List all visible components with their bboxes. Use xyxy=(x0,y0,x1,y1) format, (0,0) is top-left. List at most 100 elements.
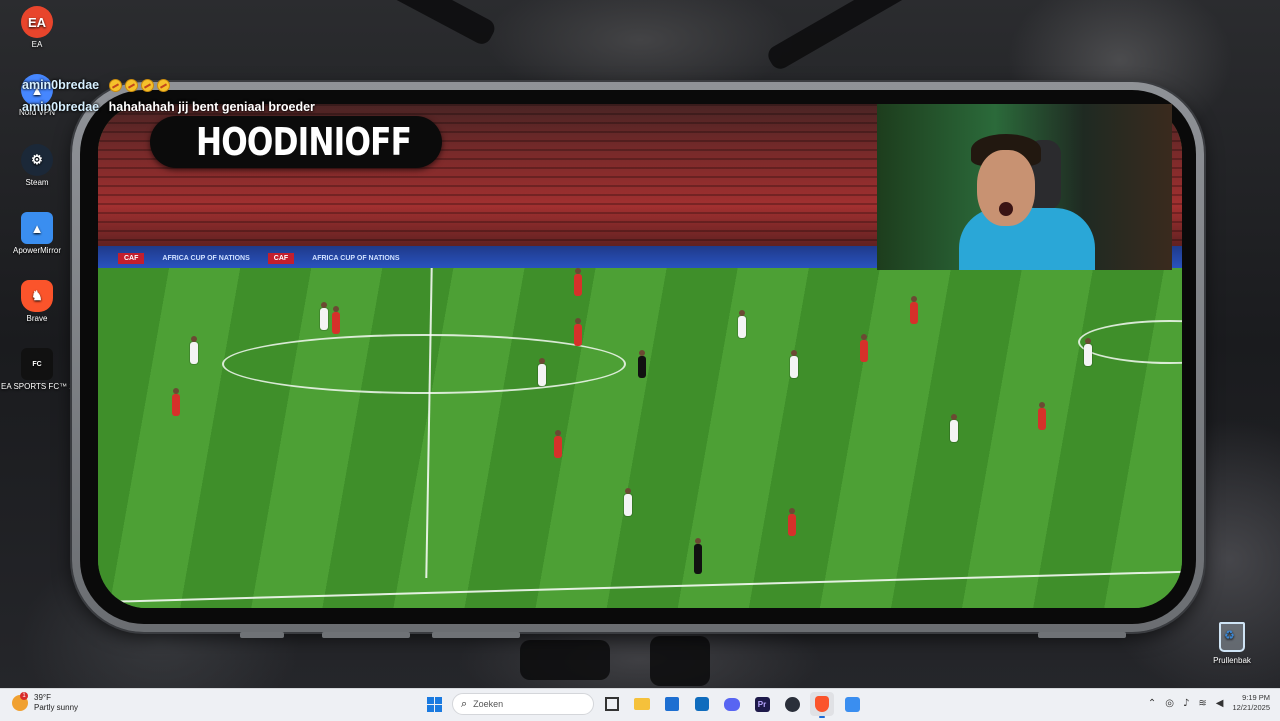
taskbar: 1 39°F Partly sunny ⌕ Zoeken Pr ⌃ ◎ ♪ ≋ … xyxy=(0,688,1280,721)
weather-temp: 39°F xyxy=(34,693,51,702)
clock-date: 12/21/2025 xyxy=(1232,703,1270,712)
steam-taskbar-button[interactable] xyxy=(780,692,804,716)
chat-message: amin0bredae hahahahah jij bent geniaal b… xyxy=(22,96,315,118)
discord-icon xyxy=(724,697,740,711)
player xyxy=(950,414,958,442)
network-icon[interactable]: ◎ xyxy=(1165,698,1174,709)
microsoft-store-button[interactable] xyxy=(660,692,684,716)
channel-banner: HOODINIOFF xyxy=(150,116,442,168)
system-tray: ⌃ ◎ ♪ ≋ ◀ 9:19 PM 12/21/2025 xyxy=(1148,693,1270,713)
player xyxy=(190,336,198,364)
player xyxy=(788,508,796,536)
desktop-icon-easportsfc[interactable]: FC EA SPORTS FC™ 26 xyxy=(1,348,79,391)
desktop-icon-label: ApowerMirror xyxy=(12,246,61,255)
wallpaper-shape xyxy=(362,0,498,48)
clock[interactable]: 9:19 PM 12/21/2025 xyxy=(1232,693,1270,713)
weather-icon: 1 xyxy=(12,692,28,711)
chat-overlay: amin0bredae amin0bredae hahahahah jij be… xyxy=(22,74,315,118)
touch-line xyxy=(98,570,1182,604)
chat-username: amin0bredae xyxy=(22,78,100,92)
wallpaper-shape xyxy=(520,640,610,680)
phone-button xyxy=(1038,632,1126,638)
streamer-shirt xyxy=(959,208,1095,270)
task-view-button[interactable] xyxy=(600,692,624,716)
referee xyxy=(638,350,646,378)
microphone-icon[interactable]: ♪ xyxy=(1183,698,1189,709)
premiere-pro-icon: Pr xyxy=(754,696,770,712)
wallpaper-shape xyxy=(764,0,916,73)
chevron-up-icon[interactable]: ⌃ xyxy=(1148,698,1156,709)
apowermirror-taskbar-icon xyxy=(844,696,860,712)
brave-taskbar-button[interactable] xyxy=(810,692,834,718)
player xyxy=(1038,402,1046,430)
volume-icon[interactable]: ◀ xyxy=(1216,698,1224,709)
football-pitch xyxy=(98,268,1182,608)
outlook-button[interactable] xyxy=(690,692,714,716)
player xyxy=(332,306,340,334)
start-button[interactable] xyxy=(422,692,446,716)
chat-text: hahahahah jij bent geniaal broeder xyxy=(108,100,315,114)
taskbar-apps: ⌕ Zoeken Pr xyxy=(422,692,864,718)
adboard-text: CAF xyxy=(118,252,145,264)
premiere-pro-button[interactable]: Pr xyxy=(750,692,774,716)
phone-button xyxy=(240,632,284,638)
channel-name: HOODINIOFF xyxy=(196,120,412,164)
center-circle xyxy=(222,334,626,394)
adboard-text: AFRICA CUP OF NATIONS xyxy=(162,254,250,262)
easportsfc-icon: FC xyxy=(21,348,53,380)
adboard-text: CAF xyxy=(267,252,295,264)
task-view-icon xyxy=(605,697,619,711)
player xyxy=(320,302,328,330)
player xyxy=(624,488,632,516)
windows-icon xyxy=(426,696,442,712)
apowermirror-taskbar-button[interactable] xyxy=(840,692,864,716)
desktop-icon-brave[interactable]: ♞ Brave xyxy=(1,280,73,323)
coach xyxy=(694,538,702,574)
halfway-line xyxy=(425,268,433,578)
brave-icon: ♞ xyxy=(21,280,53,312)
phone-button xyxy=(432,632,520,638)
weather-condition: Partly sunny xyxy=(34,703,79,712)
player xyxy=(790,350,798,378)
desktop-icon-label: EA SPORTS FC™ 26 xyxy=(1,382,79,391)
outlook-icon xyxy=(695,697,709,711)
player xyxy=(860,334,868,362)
file-explorer-button[interactable] xyxy=(630,692,654,716)
phone-button xyxy=(322,632,410,638)
search-placeholder: Zoeken xyxy=(473,699,504,709)
clock-time: 9:19 PM xyxy=(1242,693,1270,702)
desktop-icon-recycle-bin[interactable]: Prullenbak xyxy=(1206,622,1258,665)
steam-icon: ⚙ xyxy=(21,144,53,176)
webcam-overlay xyxy=(877,104,1172,270)
desktop-icon-label: Brave xyxy=(26,314,48,323)
player xyxy=(574,268,582,296)
search-icon: ⌕ xyxy=(461,697,468,710)
brave-taskbar-icon xyxy=(815,696,829,712)
desktop-icon-steam[interactable]: ⚙ Steam xyxy=(1,144,73,187)
apowermirror-icon: ▲ xyxy=(21,212,53,244)
weather-widget[interactable]: 1 39°F Partly sunny xyxy=(12,692,79,713)
wallpaper-shape xyxy=(650,636,710,686)
desktop-icon-label: Steam xyxy=(25,178,49,187)
player xyxy=(554,430,562,458)
wifi-icon[interactable]: ≋ xyxy=(1198,698,1206,709)
recycle-bin-label: Prullenbak xyxy=(1213,656,1251,665)
player xyxy=(910,296,918,324)
microsoft-store-icon xyxy=(665,697,679,711)
file-explorer-icon xyxy=(634,698,650,710)
player xyxy=(738,310,746,338)
desktop-icon-apowermirror[interactable]: ▲ ApowerMirror xyxy=(1,212,73,255)
player xyxy=(172,388,180,416)
chat-message: amin0bredae xyxy=(22,74,315,96)
discord-button[interactable] xyxy=(720,692,744,716)
recycle-bin-icon xyxy=(1219,622,1245,652)
steam-taskbar-icon xyxy=(784,696,800,712)
player xyxy=(1084,338,1092,366)
ea-icon: EA xyxy=(21,6,53,38)
penalty-arc xyxy=(1078,320,1182,364)
search-box[interactable]: ⌕ Zoeken xyxy=(452,693,594,715)
player xyxy=(574,318,582,346)
desktop-icon-ea[interactable]: EA EA xyxy=(1,6,73,49)
laughing-emoji-icon xyxy=(108,78,173,93)
notification-badge: 1 xyxy=(20,692,28,700)
